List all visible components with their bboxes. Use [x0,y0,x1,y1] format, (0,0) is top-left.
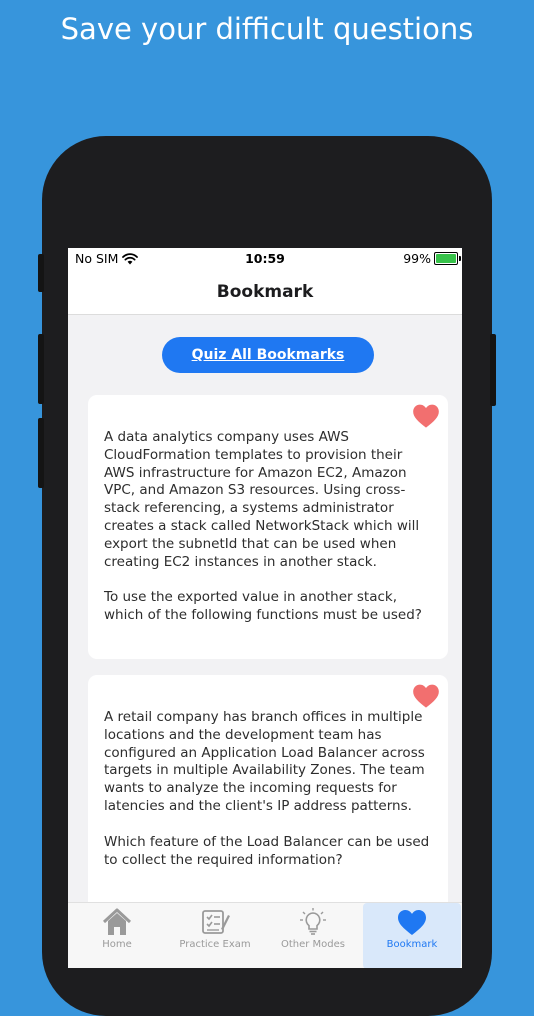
tab-bookmark-label: Bookmark [386,939,438,950]
tab-bar: Home Practice Exam Other Modes Bookmark [68,902,462,968]
phone-power-button [490,334,496,406]
exam-icon [202,910,230,934]
question-text: A data analytics company uses AWS CloudF… [104,429,420,570]
tab-bookmark[interactable]: Bookmark [363,903,461,968]
nav-bar: Bookmark [68,270,462,315]
question-text: A retail company has branch offices in m… [104,709,425,814]
heart-icon[interactable] [412,403,440,429]
tab-other-modes[interactable]: Other Modes [264,903,362,968]
heart-icon[interactable] [412,683,440,709]
tab-home[interactable]: Home [68,903,166,968]
phone-screen: No SIM 10:59 99% Bookmark Quiz All Bookm… [68,248,462,968]
page-title: Bookmark [216,282,314,302]
promo-title: Save your difficult questions [60,12,474,46]
lightbulb-icon [300,908,326,935]
phone-volume-down [38,418,44,488]
battery-status: 99% [403,251,461,266]
tab-home-label: Home [102,939,132,950]
heart-icon [398,910,426,935]
tab-practice-exam[interactable]: Practice Exam [166,903,264,968]
quiz-all-bookmarks-label: Quiz All Bookmarks [191,347,345,363]
question-prompt: To use the exported value in another sta… [104,589,422,624]
home-icon [102,908,132,935]
quiz-all-bookmarks-button[interactable]: Quiz All Bookmarks [162,337,374,373]
tab-other-modes-label: Other Modes [280,939,346,950]
bookmark-card[interactable]: A data analytics company uses AWS CloudF… [88,395,448,659]
battery-icon [434,252,461,265]
question-prompt: Which feature of the Load Balancer can b… [104,833,430,868]
tab-practice-exam-label: Practice Exam [179,939,251,950]
phone-side-button [38,254,44,292]
battery-percent: 99% [403,251,431,266]
phone-volume-up [38,334,44,404]
status-bar: No SIM 10:59 99% [68,248,462,270]
bookmark-card[interactable]: A retail company has branch offices in m… [88,675,448,915]
